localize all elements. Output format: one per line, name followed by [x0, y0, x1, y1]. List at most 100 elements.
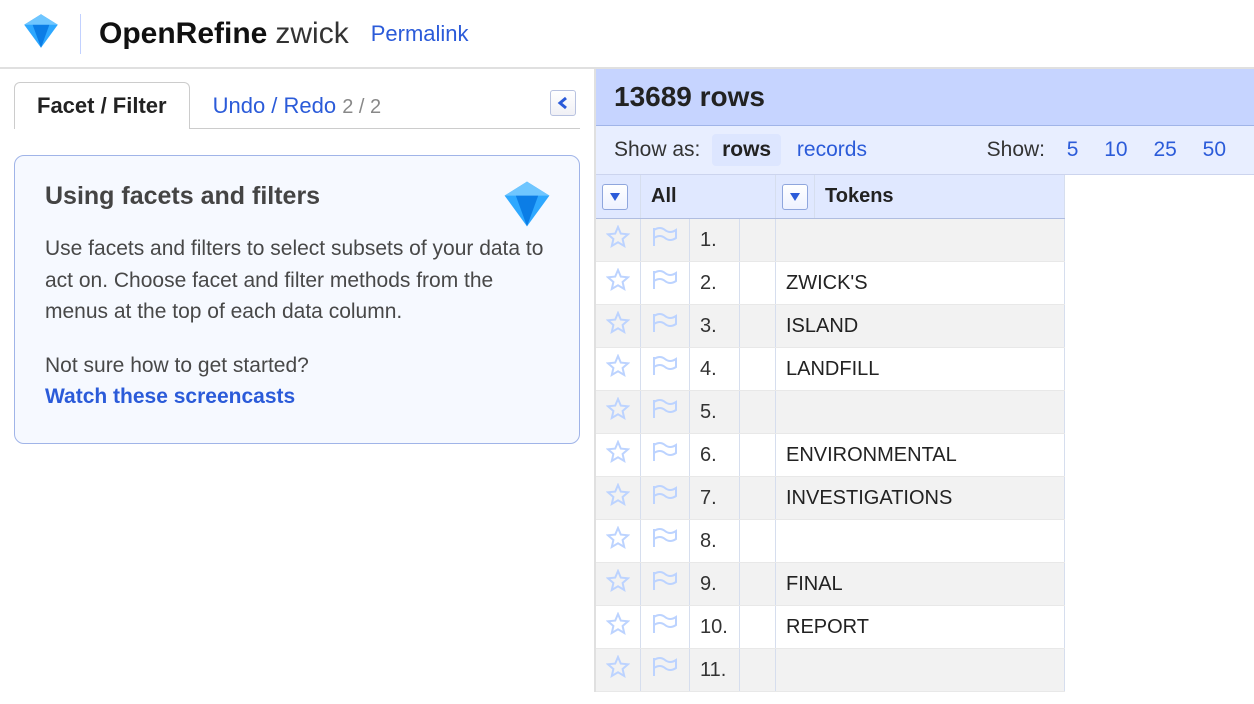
star-toggle[interactable]	[596, 219, 641, 262]
row-gutter	[740, 219, 776, 262]
star-toggle[interactable]	[596, 606, 641, 649]
table-row: 2.ZWICK'S	[596, 262, 1065, 305]
table-row: 5.	[596, 391, 1065, 434]
star-icon	[606, 354, 630, 384]
tokens-cell[interactable]: INVESTIGATIONS	[776, 477, 1065, 520]
page-size-10[interactable]: 10	[1094, 134, 1137, 166]
rows-controls: Show as: rows records Show: 5 10 25 50	[596, 126, 1254, 175]
page-size-50[interactable]: 50	[1193, 134, 1236, 166]
star-icon	[606, 612, 630, 642]
tokens-column-menu-button[interactable]	[782, 184, 808, 210]
table-row: 11.	[596, 649, 1065, 692]
row-gutter	[740, 391, 776, 434]
help-paragraph: Use facets and filters to select subsets…	[45, 233, 549, 328]
flag-icon	[651, 354, 679, 384]
row-gutter	[740, 262, 776, 305]
row-gutter	[740, 520, 776, 563]
row-index: 6.	[690, 434, 740, 477]
tokens-cell[interactable]: ZWICK'S	[776, 262, 1065, 305]
left-panel: Facet / Filter Undo / Redo 2 / 2 Using	[0, 69, 596, 692]
flag-toggle[interactable]	[641, 434, 690, 477]
star-toggle[interactable]	[596, 477, 641, 520]
star-toggle[interactable]	[596, 348, 641, 391]
row-gutter	[740, 477, 776, 520]
flag-icon	[651, 225, 679, 255]
tokens-cell[interactable]	[776, 520, 1065, 563]
row-gutter	[740, 305, 776, 348]
table-row: 10.REPORT	[596, 606, 1065, 649]
flag-toggle[interactable]	[641, 348, 690, 391]
flag-toggle[interactable]	[641, 649, 690, 692]
tokens-cell[interactable]: LANDFILL	[776, 348, 1065, 391]
flag-icon	[651, 311, 679, 341]
show-as-rows-button[interactable]: rows	[712, 134, 781, 166]
facet-help-box: Using facets and filters Use facets and …	[14, 155, 580, 444]
all-column-menu-button[interactable]	[602, 184, 628, 210]
row-gutter	[740, 649, 776, 692]
flag-toggle[interactable]	[641, 262, 690, 305]
flag-toggle[interactable]	[641, 606, 690, 649]
help-hint: Not sure how to get started?	[45, 350, 549, 382]
flag-toggle[interactable]	[641, 219, 690, 262]
row-gutter	[740, 348, 776, 391]
tokens-cell[interactable]: ISLAND	[776, 305, 1065, 348]
flag-icon	[651, 526, 679, 556]
table-row: 4.LANDFILL	[596, 348, 1065, 391]
app-header: OpenRefine zwick Permalink	[0, 0, 1254, 69]
flag-toggle[interactable]	[641, 391, 690, 434]
star-toggle[interactable]	[596, 520, 641, 563]
show-as-records-button[interactable]: records	[787, 134, 877, 166]
tokens-cell[interactable]	[776, 219, 1065, 262]
help-title: Using facets and filters	[45, 182, 549, 211]
tokens-cell[interactable]: FINAL	[776, 563, 1065, 606]
star-toggle[interactable]	[596, 305, 641, 348]
page-size-5[interactable]: 5	[1057, 134, 1089, 166]
tokens-cell[interactable]: REPORT	[776, 606, 1065, 649]
star-toggle[interactable]	[596, 649, 641, 692]
permalink-link[interactable]: Permalink	[371, 21, 469, 47]
star-toggle[interactable]	[596, 391, 641, 434]
tab-undo-redo[interactable]: Undo / Redo 2 / 2	[190, 82, 405, 129]
table-row: 7. INVESTIGATIONS	[596, 477, 1065, 520]
flag-toggle[interactable]	[641, 305, 690, 348]
tokens-cell[interactable]	[776, 649, 1065, 692]
tab-facet-filter[interactable]: Facet / Filter	[14, 82, 190, 129]
star-toggle[interactable]	[596, 563, 641, 606]
flag-icon	[651, 569, 679, 599]
star-toggle[interactable]	[596, 262, 641, 305]
tokens-cell[interactable]: ENVIRONMENTAL	[776, 434, 1065, 477]
flag-icon	[651, 440, 679, 470]
table-row: 6. ENVIRONMENTAL	[596, 434, 1065, 477]
star-icon	[606, 311, 630, 341]
row-gutter	[740, 434, 776, 477]
table-row: 9.FINAL	[596, 563, 1065, 606]
rows-count: 13689 rows	[614, 81, 765, 112]
rows-summary-header: 13689 rows	[596, 69, 1254, 126]
table-row: 8.	[596, 520, 1065, 563]
chevron-left-icon	[557, 96, 569, 110]
tokens-cell[interactable]	[776, 391, 1065, 434]
star-icon	[606, 483, 630, 513]
tokens-column-header: Tokens	[815, 175, 1065, 219]
row-index: 1.	[690, 219, 740, 262]
star-toggle[interactable]	[596, 434, 641, 477]
triangle-down-icon	[609, 192, 621, 202]
star-icon	[606, 440, 630, 470]
collapse-left-panel-button[interactable]	[550, 90, 576, 116]
all-column-menu-cell	[596, 175, 641, 219]
flag-icon	[651, 397, 679, 427]
show-as-label: Show as:	[614, 138, 700, 162]
flag-toggle[interactable]	[641, 520, 690, 563]
flag-toggle[interactable]	[641, 477, 690, 520]
screencasts-link[interactable]: Watch these screencasts	[45, 381, 549, 413]
undo-redo-count: 2 / 2	[342, 96, 381, 118]
flag-icon	[651, 612, 679, 642]
row-index: 5.	[690, 391, 740, 434]
row-index: 11.	[690, 649, 740, 692]
page-size-25[interactable]: 25	[1143, 134, 1186, 166]
flag-toggle[interactable]	[641, 563, 690, 606]
row-index: 7.	[690, 477, 740, 520]
star-icon	[606, 268, 630, 298]
row-index: 3.	[690, 305, 740, 348]
tab-facet-filter-label: Facet / Filter	[37, 93, 167, 118]
